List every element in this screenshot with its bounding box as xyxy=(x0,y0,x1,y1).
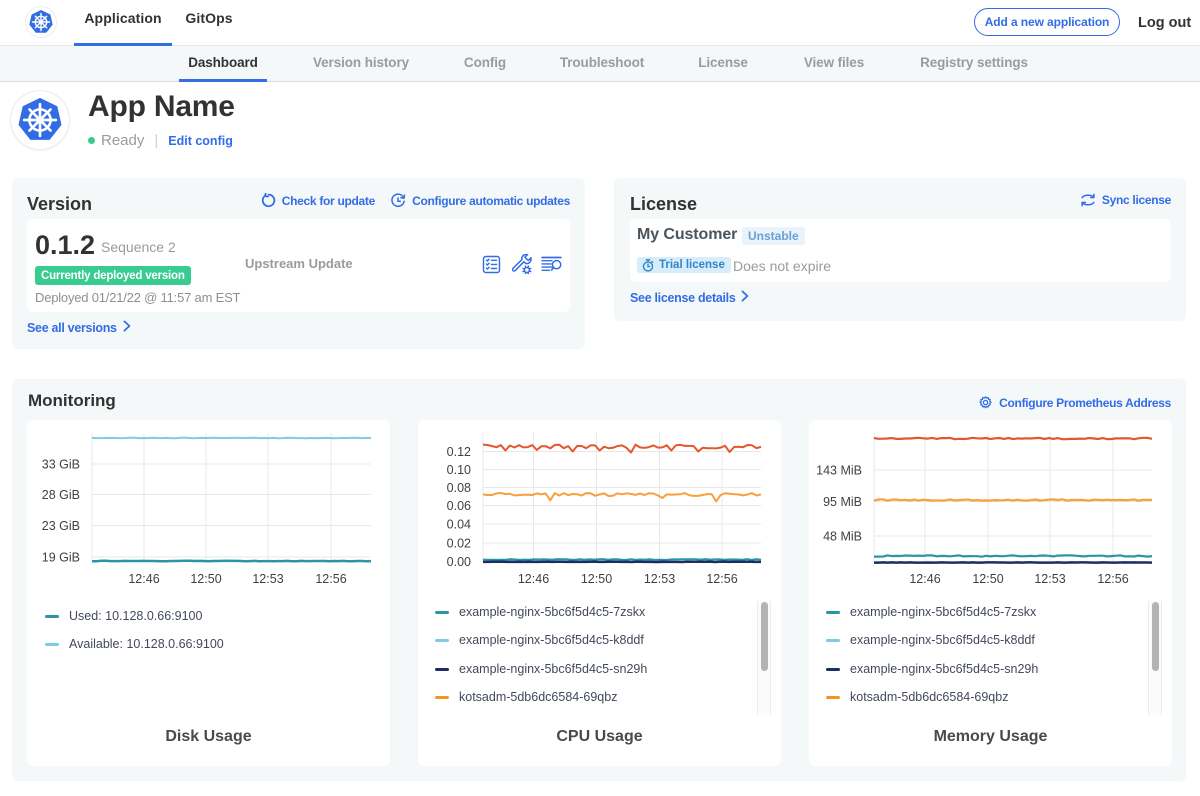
svg-text:12:53: 12:53 xyxy=(252,572,283,586)
svg-text:12:50: 12:50 xyxy=(972,572,1003,586)
svg-text:12:46: 12:46 xyxy=(518,572,549,586)
svg-text:33 GiB: 33 GiB xyxy=(42,458,80,472)
svg-text:0.08: 0.08 xyxy=(447,481,471,495)
svg-text:19 GiB: 19 GiB xyxy=(42,551,80,565)
svg-text:143 MiB: 143 MiB xyxy=(816,464,862,478)
svg-text:0.00: 0.00 xyxy=(447,555,471,569)
svg-text:0.10: 0.10 xyxy=(447,463,471,477)
svg-text:12:56: 12:56 xyxy=(1097,572,1128,586)
svg-text:0.06: 0.06 xyxy=(447,499,471,513)
svg-text:48 MiB: 48 MiB xyxy=(823,530,862,544)
svg-text:12:46: 12:46 xyxy=(128,572,159,586)
svg-text:12:53: 12:53 xyxy=(644,572,675,586)
svg-text:12:50: 12:50 xyxy=(190,572,221,586)
svg-text:12:50: 12:50 xyxy=(581,572,612,586)
svg-text:12:56: 12:56 xyxy=(706,572,737,586)
svg-text:0.12: 0.12 xyxy=(447,445,471,459)
svg-text:95 MiB: 95 MiB xyxy=(823,495,862,509)
svg-text:23 GiB: 23 GiB xyxy=(42,519,80,533)
svg-text:12:53: 12:53 xyxy=(1034,572,1065,586)
svg-text:12:56: 12:56 xyxy=(315,572,346,586)
svg-text:0.02: 0.02 xyxy=(447,537,471,551)
svg-text:28 GiB: 28 GiB xyxy=(42,488,80,502)
svg-text:12:46: 12:46 xyxy=(909,572,940,586)
svg-text:0.04: 0.04 xyxy=(447,518,471,532)
